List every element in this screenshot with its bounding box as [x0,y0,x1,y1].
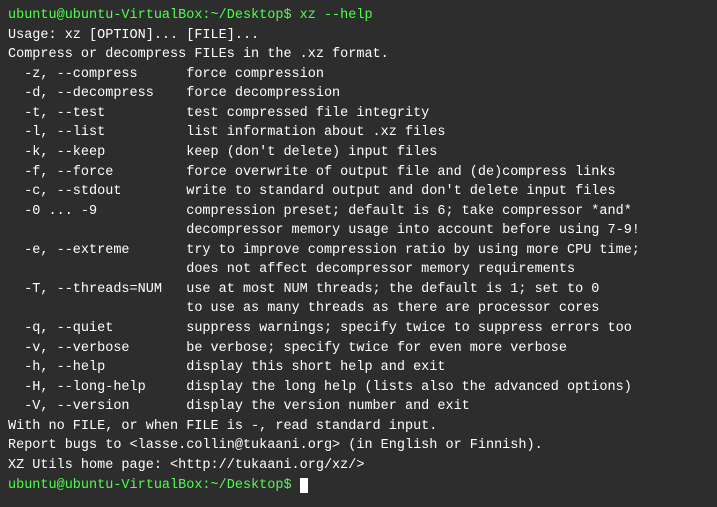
prompt-text: ubuntu@ubuntu-VirtualBox:~/Desktop$ [8,478,300,493]
prompt-text: ubuntu@ubuntu-VirtualBox:~/Desktop$ xz -… [8,8,373,23]
output-line: to use as many threads as there are proc… [8,299,709,319]
output-line: Report bugs to <lasse.collin@tukaani.org… [8,436,709,456]
output-line: -T, --threads=NUM use at most NUM thread… [8,280,709,300]
output-line: -d, --decompress force decompression [8,84,709,104]
terminal-window[interactable]: ubuntu@ubuntu-VirtualBox:~/Desktop$ xz -… [0,0,717,507]
output-line: With no FILE, or when FILE is -, read st… [8,417,709,437]
output-line: -e, --extreme try to improve compression… [8,241,709,261]
output-line: -f, --force force overwrite of output fi… [8,163,709,183]
terminal-output: ubuntu@ubuntu-VirtualBox:~/Desktop$ xz -… [8,6,709,495]
output-line: -h, --help display this short help and e… [8,358,709,378]
output-line: -H, --long-help display the long help (l… [8,378,709,398]
output-line: -z, --compress force compression [8,65,709,85]
prompt-end-line: ubuntu@ubuntu-VirtualBox:~/Desktop$ [8,476,709,496]
output-line: -t, --test test compressed file integrit… [8,104,709,124]
output-line: Usage: xz [OPTION]... [FILE]... [8,26,709,46]
output-line: -c, --stdout write to standard output an… [8,182,709,202]
output-line: -l, --list list information about .xz fi… [8,123,709,143]
output-line: -q, --quiet suppress warnings; specify t… [8,319,709,339]
cursor [300,478,308,493]
output-line: XZ Utils home page: <http://tukaani.org/… [8,456,709,476]
output-line: decompressor memory usage into account b… [8,221,709,241]
prompt-line: ubuntu@ubuntu-VirtualBox:~/Desktop$ xz -… [8,6,709,26]
output-line: does not affect decompressor memory requ… [8,260,709,280]
output-line: -0 ... -9 compression preset; default is… [8,202,709,222]
output-line: -v, --verbose be verbose; specify twice … [8,339,709,359]
output-line: -V, --version display the version number… [8,397,709,417]
output-line: -k, --keep keep (don't delete) input fil… [8,143,709,163]
output-line: Compress or decompress FILEs in the .xz … [8,45,709,65]
